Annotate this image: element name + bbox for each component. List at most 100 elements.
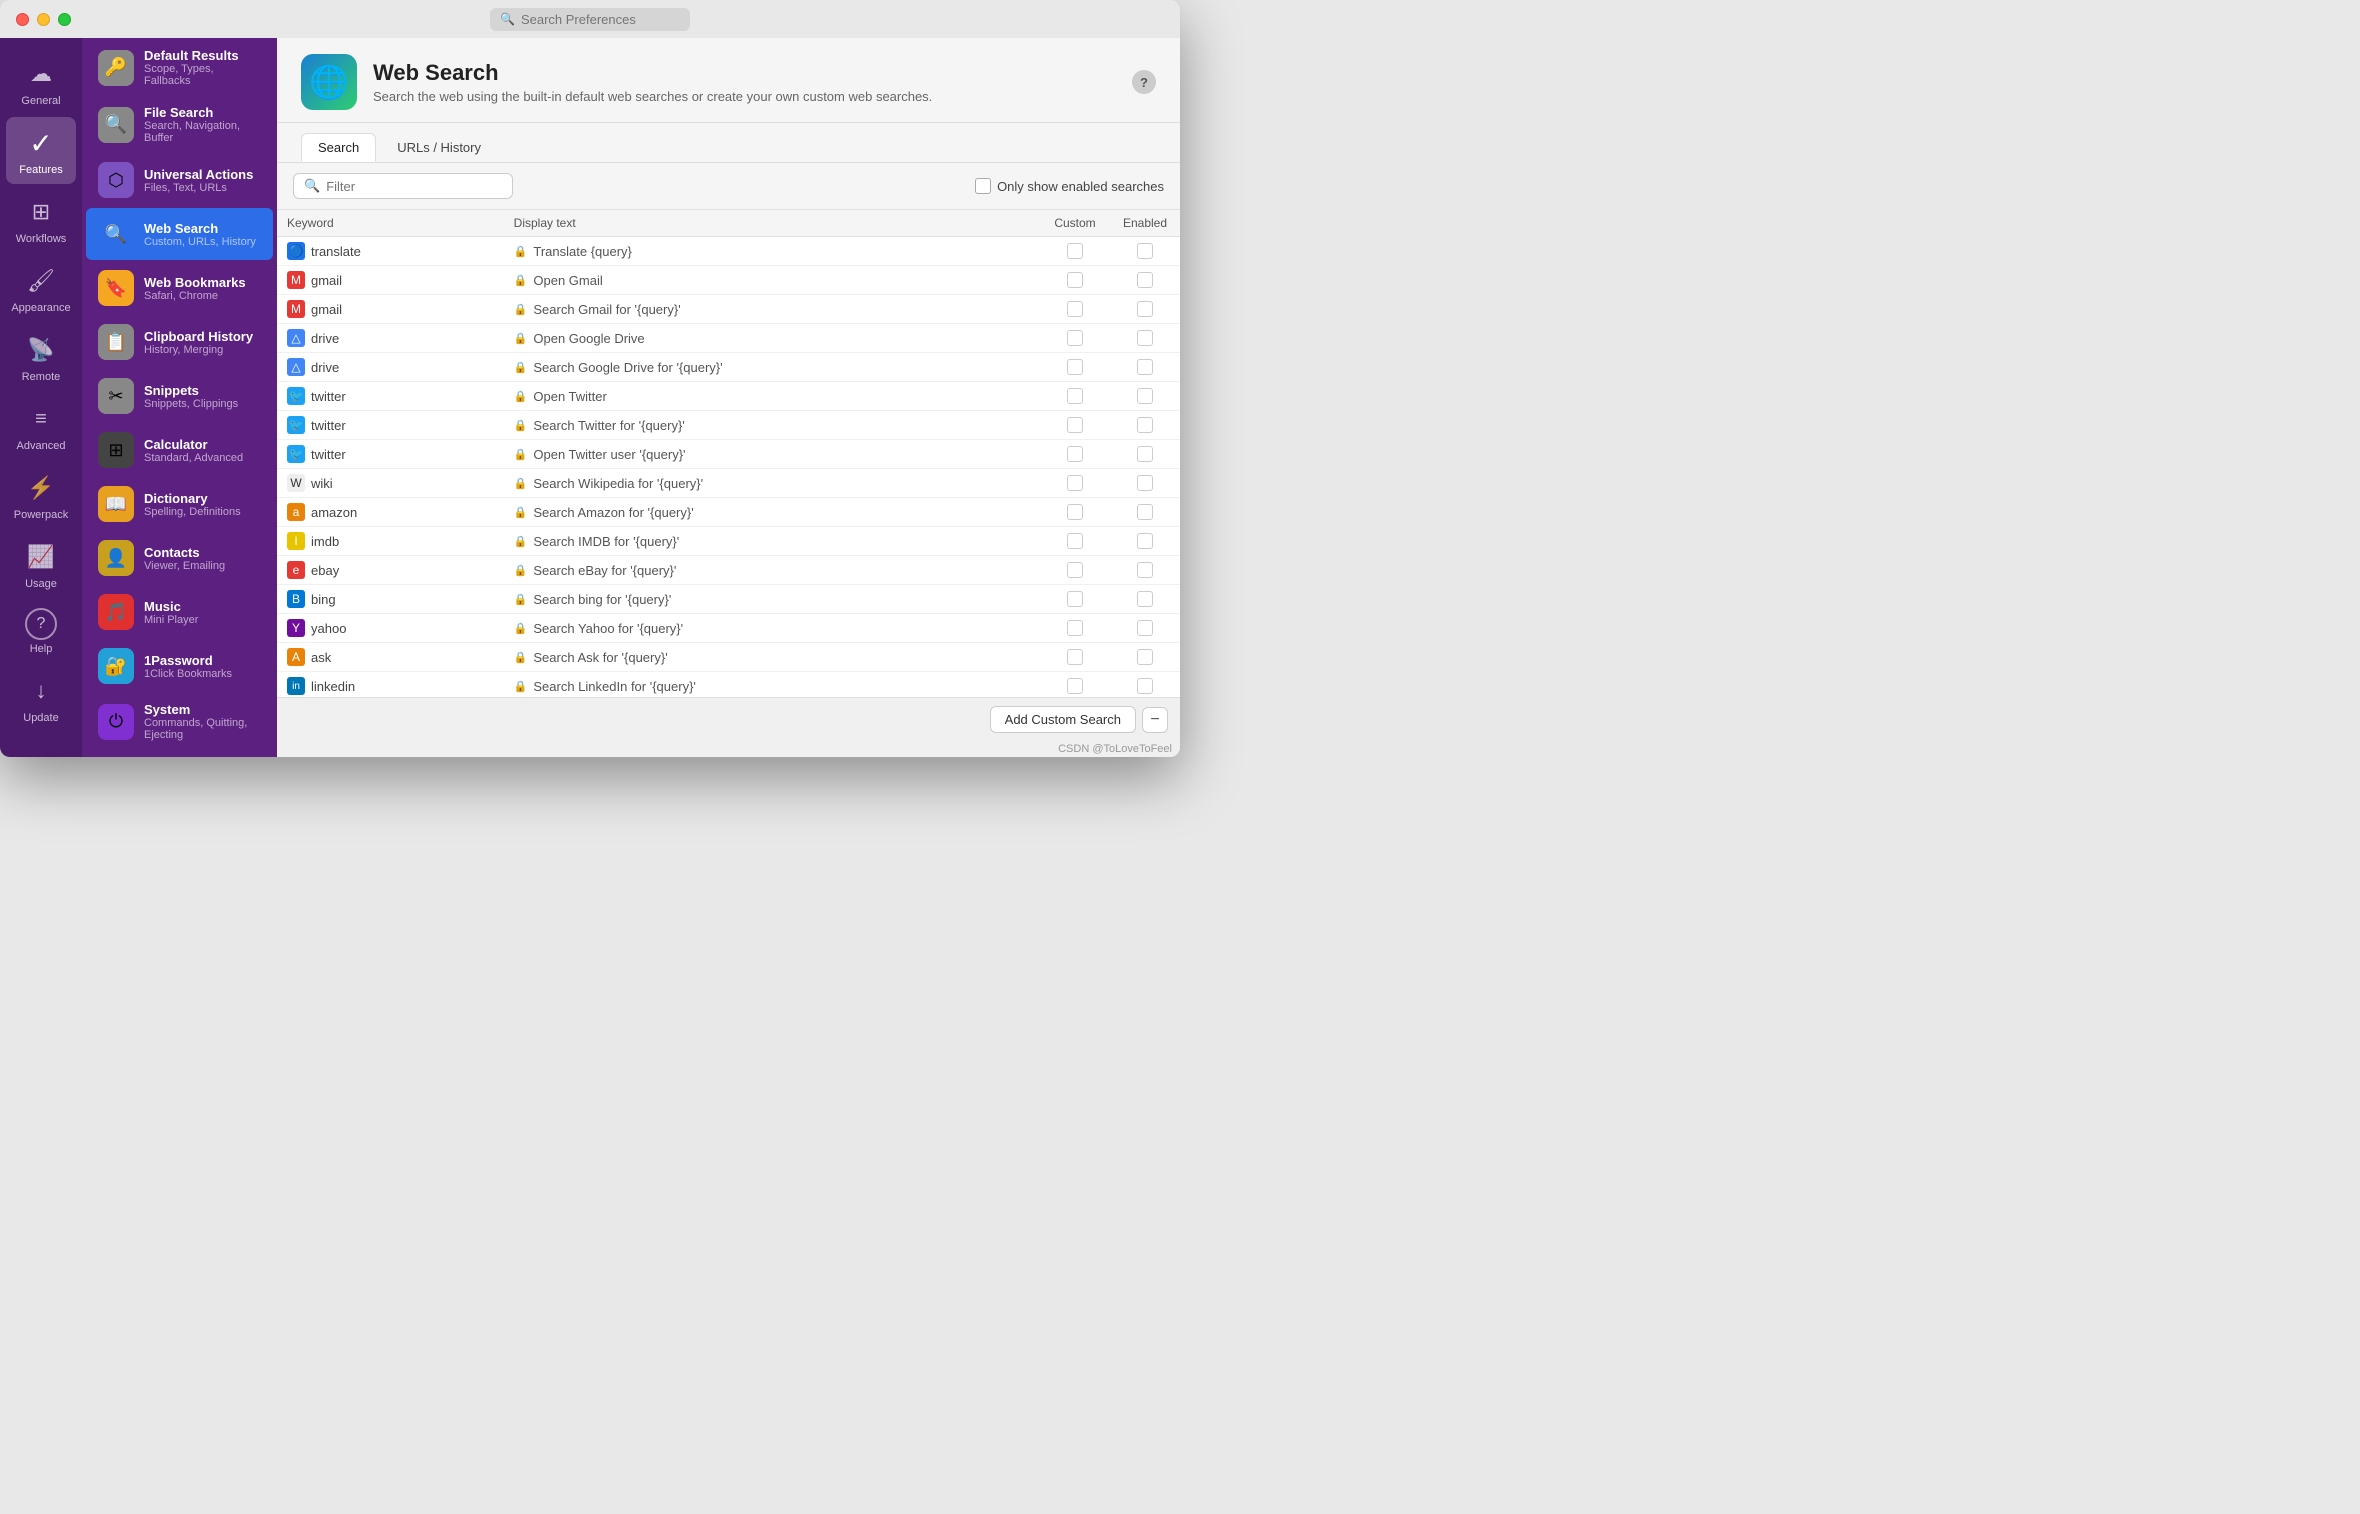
enabled-checkbox[interactable] bbox=[1137, 504, 1153, 520]
table-row[interactable]: I imdb 🔒 Search IMDB for '{query}' bbox=[277, 527, 1180, 556]
custom-checkbox[interactable] bbox=[1067, 417, 1083, 433]
table-row[interactable]: △ drive 🔒 Search Google Drive for '{quer… bbox=[277, 353, 1180, 382]
service-icon: A bbox=[287, 648, 305, 666]
sidebar-item-features[interactable]: ✓ Features bbox=[6, 117, 76, 184]
sidebar-item-workflows[interactable]: ⊞ Workflows bbox=[6, 186, 76, 253]
custom-checkbox[interactable] bbox=[1067, 243, 1083, 259]
enabled-checkbox[interactable] bbox=[1137, 533, 1153, 549]
display-text: Search Twitter for '{query}' bbox=[533, 418, 684, 433]
custom-checkbox[interactable] bbox=[1067, 446, 1083, 462]
feature-item-default-results[interactable]: 🔑 Default Results Scope, Types, Fallback… bbox=[86, 40, 273, 95]
help-button[interactable]: ? bbox=[1132, 70, 1156, 94]
sidebar-item-help[interactable]: ? Help bbox=[6, 600, 76, 663]
remove-search-button[interactable]: − bbox=[1142, 707, 1168, 733]
feature-item-music[interactable]: 🎵 Music Mini Player bbox=[86, 586, 273, 638]
table-row[interactable]: 🐦 twitter 🔒 Open Twitter user '{query}' bbox=[277, 440, 1180, 469]
custom-checkbox[interactable] bbox=[1067, 504, 1083, 520]
table-row[interactable]: △ drive 🔒 Open Google Drive bbox=[277, 324, 1180, 353]
custom-checkbox[interactable] bbox=[1067, 620, 1083, 636]
custom-checkbox[interactable] bbox=[1067, 272, 1083, 288]
custom-checkbox[interactable] bbox=[1067, 591, 1083, 607]
table-row[interactable]: M gmail 🔒 Open Gmail bbox=[277, 266, 1180, 295]
add-custom-search-button[interactable]: Add Custom Search bbox=[990, 706, 1136, 733]
custom-checkbox[interactable] bbox=[1067, 330, 1083, 346]
feature-item-onepassword[interactable]: 🔐 1Password 1Click Bookmarks bbox=[86, 640, 273, 692]
custom-checkbox[interactable] bbox=[1067, 649, 1083, 665]
custom-checkbox[interactable] bbox=[1067, 678, 1083, 694]
table-row[interactable]: a amazon 🔒 Search Amazon for '{query}' bbox=[277, 498, 1180, 527]
titlebar-search-icon: 🔍 bbox=[500, 12, 515, 26]
minimize-button[interactable] bbox=[37, 13, 50, 26]
table-row[interactable]: A ask 🔒 Search Ask for '{query}' bbox=[277, 643, 1180, 672]
lock-icon: 🔒 bbox=[514, 390, 528, 403]
universal-actions-name: Universal Actions bbox=[144, 167, 253, 182]
enabled-checkbox[interactable] bbox=[1137, 649, 1153, 665]
help-nav-icon: ? bbox=[25, 608, 57, 640]
maximize-button[interactable] bbox=[58, 13, 71, 26]
table-row[interactable]: e ebay 🔒 Search eBay for '{query}' bbox=[277, 556, 1180, 585]
enabled-checkbox[interactable] bbox=[1137, 388, 1153, 404]
service-icon: B bbox=[287, 590, 305, 608]
table-row[interactable]: M gmail 🔒 Search Gmail for '{query}' bbox=[277, 295, 1180, 324]
display-text: Search Ask for '{query}' bbox=[533, 650, 667, 665]
enabled-checkbox[interactable] bbox=[1137, 620, 1153, 636]
custom-checkbox[interactable] bbox=[1067, 388, 1083, 404]
enabled-checkbox[interactable] bbox=[1137, 678, 1153, 694]
sidebar-item-general[interactable]: ☁ General bbox=[6, 48, 76, 115]
custom-checkbox[interactable] bbox=[1067, 301, 1083, 317]
feature-item-system[interactable]: ⏻ System Commands, Quitting, Ejecting bbox=[86, 694, 273, 749]
tabs-bar: Search URLs / History bbox=[277, 123, 1180, 163]
only-enabled-checkbox[interactable] bbox=[975, 178, 991, 194]
filter-input-wrap[interactable]: 🔍 bbox=[293, 173, 513, 199]
enabled-checkbox[interactable] bbox=[1137, 330, 1153, 346]
titlebar-search-input[interactable] bbox=[521, 12, 671, 27]
feature-item-snippets[interactable]: ✂ Snippets Snippets, Clippings bbox=[86, 370, 273, 422]
filter-input[interactable] bbox=[326, 179, 496, 194]
feature-item-web-search[interactable]: 🔍 Web Search Custom, URLs, History bbox=[86, 208, 273, 260]
enabled-checkbox[interactable] bbox=[1137, 562, 1153, 578]
feature-item-contacts[interactable]: 👤 Contacts Viewer, Emailing bbox=[86, 532, 273, 584]
table-row[interactable]: in linkedin 🔒 Search LinkedIn for '{quer… bbox=[277, 672, 1180, 698]
enabled-checkbox[interactable] bbox=[1137, 417, 1153, 433]
sidebar-item-usage[interactable]: 📈 Usage bbox=[6, 531, 76, 598]
custom-checkbox[interactable] bbox=[1067, 359, 1083, 375]
table-row[interactable]: 🐦 twitter 🔒 Search Twitter for '{query}' bbox=[277, 411, 1180, 440]
custom-checkbox[interactable] bbox=[1067, 533, 1083, 549]
enabled-checkbox[interactable] bbox=[1137, 272, 1153, 288]
features-label: Features bbox=[19, 164, 62, 176]
enabled-checkbox[interactable] bbox=[1137, 243, 1153, 259]
sidebar-item-remote[interactable]: 📡 Remote bbox=[6, 324, 76, 391]
titlebar-search-bar[interactable]: 🔍 bbox=[490, 8, 690, 31]
enabled-checkbox[interactable] bbox=[1137, 591, 1153, 607]
table-row[interactable]: 🔵 translate 🔒 Translate {query} bbox=[277, 237, 1180, 266]
table-row[interactable]: Y yahoo 🔒 Search Yahoo for '{query}' bbox=[277, 614, 1180, 643]
enabled-checkbox[interactable] bbox=[1137, 446, 1153, 462]
bottom-bar: Add Custom Search − bbox=[277, 697, 1180, 741]
sidebar-item-update[interactable]: ↓ Update bbox=[6, 665, 76, 732]
tab-search[interactable]: Search bbox=[301, 133, 376, 162]
sidebar-item-powerpack[interactable]: ⚡ Powerpack bbox=[6, 462, 76, 529]
sidebar-item-appearance[interactable]: 🖌 Appearance bbox=[6, 255, 76, 322]
sidebar-item-advanced[interactable]: ≡ Advanced bbox=[6, 393, 76, 460]
feature-item-universal-actions[interactable]: ⬡ Universal Actions Files, Text, URLs bbox=[86, 154, 273, 206]
universal-actions-desc: Files, Text, URLs bbox=[144, 182, 253, 194]
custom-checkbox[interactable] bbox=[1067, 562, 1083, 578]
feature-item-clipboard[interactable]: 📋 Clipboard History History, Merging bbox=[86, 316, 273, 368]
close-button[interactable] bbox=[16, 13, 29, 26]
feature-item-terminal[interactable]: >_ Terminal Prefix, Custom Integration bbox=[86, 751, 273, 757]
help-label: Help bbox=[30, 643, 53, 655]
table-row[interactable]: 🐦 twitter 🔒 Open Twitter bbox=[277, 382, 1180, 411]
file-search-name: File Search bbox=[144, 105, 261, 120]
enabled-checkbox[interactable] bbox=[1137, 475, 1153, 491]
enabled-checkbox[interactable] bbox=[1137, 359, 1153, 375]
custom-checkbox[interactable] bbox=[1067, 475, 1083, 491]
enabled-checkbox[interactable] bbox=[1137, 301, 1153, 317]
tab-urls-history[interactable]: URLs / History bbox=[380, 133, 498, 162]
feature-item-file-search[interactable]: 🔍 File Search Search, Navigation, Buffer bbox=[86, 97, 273, 152]
table-row[interactable]: W wiki 🔒 Search Wikipedia for '{query}' bbox=[277, 469, 1180, 498]
feature-item-calculator[interactable]: ⊞ Calculator Standard, Advanced bbox=[86, 424, 273, 476]
keyword-text: translate bbox=[311, 244, 361, 259]
feature-item-web-bookmarks[interactable]: 🔖 Web Bookmarks Safari, Chrome bbox=[86, 262, 273, 314]
table-row[interactable]: B bing 🔒 Search bing for '{query}' bbox=[277, 585, 1180, 614]
feature-item-dictionary[interactable]: 📖 Dictionary Spelling, Definitions bbox=[86, 478, 273, 530]
